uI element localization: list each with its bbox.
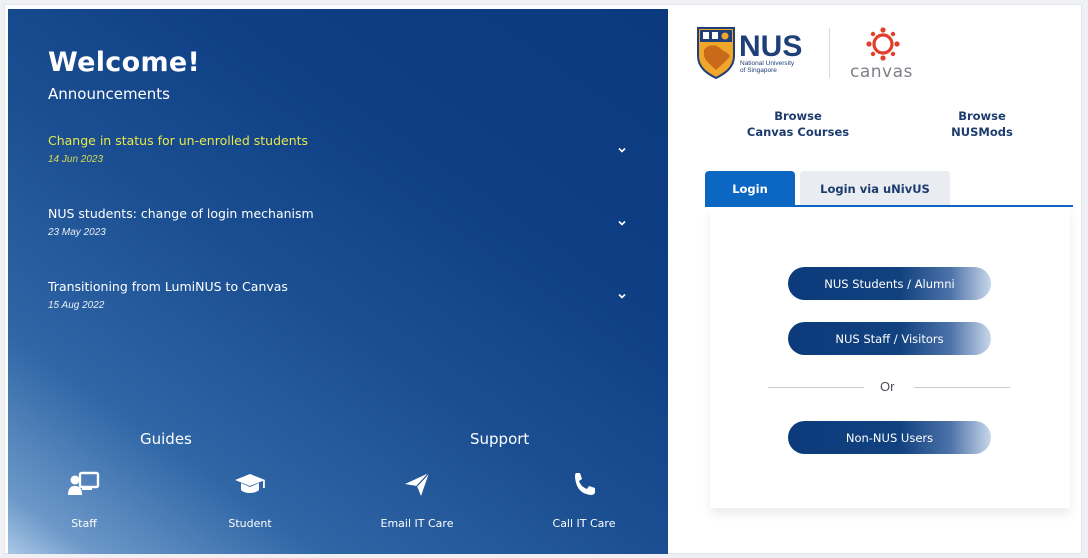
or-divider-right [914, 387, 1010, 388]
browse-nusmods-link[interactable]: Browse NUSMods [940, 108, 1024, 140]
guide-student-link[interactable]: Student [205, 471, 295, 530]
announcement-title: Change in status for un-enrolled student… [48, 133, 309, 148]
logo-divider [829, 28, 830, 78]
nus-students-login-button[interactable]: NUS Students / Alumni [788, 267, 991, 300]
graduation-cap-icon [235, 474, 265, 493]
paper-plane-icon [405, 472, 430, 496]
nus-logo-text: NUS [739, 30, 802, 63]
announcement-date: 14 Jun 2023 [48, 154, 104, 165]
announcement-date: 23 May 2023 [48, 227, 106, 238]
tabs-underline [705, 205, 1073, 207]
announcement-title: Transitioning from LumiNUS to Canvas [48, 279, 288, 294]
staff-board-icon [68, 471, 100, 495]
support-email-link[interactable]: Email IT Care [372, 471, 462, 530]
support-call-link[interactable]: Call IT Care [539, 471, 629, 530]
browse-courses-line2: Canvas Courses [746, 125, 850, 139]
announcement-item[interactable]: Transitioning from LumiNUS to Canvas 15 … [48, 279, 628, 311]
non-nus-login-button[interactable]: Non-NUS Users [788, 421, 991, 454]
or-label: Or [880, 379, 895, 394]
announcement-date: 15 Aug 2022 [48, 300, 105, 311]
announcement-title: NUS students: change of login mechanism [48, 206, 314, 221]
guides-heading: Guides [140, 430, 192, 448]
guide-staff-link[interactable]: Staff [39, 471, 129, 530]
login-card [710, 208, 1070, 508]
announcements-heading: Announcements [48, 85, 170, 103]
nus-logo-sub1: National University [740, 60, 795, 67]
nus-logo-sub2: of Singapore [740, 67, 777, 74]
welcome-panel: Welcome! Announcements Change in status … [8, 9, 668, 554]
or-divider-left [768, 387, 864, 388]
chevron-down-icon[interactable] [616, 217, 628, 229]
guide-student-label: Student [228, 517, 272, 530]
browse-nusmods-line2: NUSMods [951, 125, 1013, 139]
tab-login[interactable]: Login [705, 171, 795, 206]
canvas-logo-icon [866, 27, 900, 61]
support-call-label: Call IT Care [552, 517, 616, 530]
phone-icon [575, 473, 595, 495]
welcome-heading: Welcome! [48, 47, 201, 78]
tab-login-univus[interactable]: Login via uNivUS [800, 171, 950, 206]
canvas-logo-text: canvas [850, 62, 913, 82]
chevron-down-icon[interactable] [616, 144, 628, 156]
announcement-item[interactable]: Change in status for un-enrolled student… [48, 133, 628, 165]
nus-crest-icon: NUS National University of Singapore [697, 27, 802, 80]
support-heading: Support [470, 430, 530, 448]
browse-nusmods-line1: Browse [958, 109, 1006, 123]
browse-canvas-courses-link[interactable]: Browse Canvas Courses [746, 108, 850, 140]
guide-staff-label: Staff [71, 517, 97, 530]
support-email-label: Email IT Care [380, 517, 454, 530]
browse-courses-line1: Browse [774, 109, 822, 123]
chevron-down-icon[interactable] [616, 290, 628, 302]
nus-staff-login-button[interactable]: NUS Staff / Visitors [788, 322, 991, 355]
announcement-item[interactable]: NUS students: change of login mechanism … [48, 206, 628, 238]
